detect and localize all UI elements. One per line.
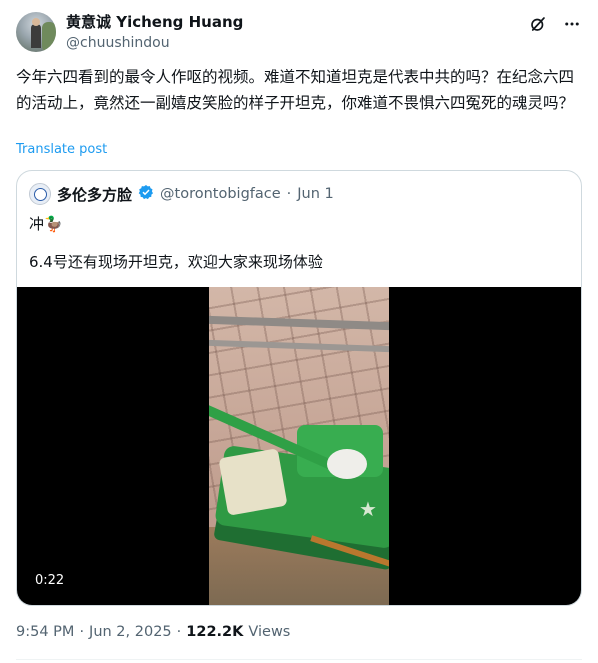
author-handle[interactable]: @chuushindou: [66, 33, 243, 53]
more-icon[interactable]: [562, 14, 582, 34]
footer-separator-1: ·: [79, 624, 85, 640]
header-actions: [528, 14, 582, 34]
quoted-author-avatar[interactable]: [29, 183, 51, 205]
views-label: Views: [248, 624, 291, 640]
video-frame: ★: [209, 287, 389, 605]
grok-icon[interactable]: [528, 14, 548, 34]
footer-separator-2: ·: [176, 624, 182, 640]
video-duration: 0:22: [35, 573, 65, 588]
views-count: 122.2K: [186, 624, 244, 640]
quoted-tweet-header: 多伦多方脸 @torontobigface · Jun 1: [29, 183, 334, 205]
tweet-header: 黄意诚 Yicheng Huang @chuushindou: [16, 12, 582, 54]
author-avatar[interactable]: [16, 12, 56, 52]
quoted-author-handle[interactable]: @torontobigface: [160, 186, 281, 202]
post-date[interactable]: Jun 2, 2025: [89, 624, 172, 640]
tweet-text: 今年六四看到的最令人作呕的视频。难道不知道坦克是代表中共的吗？在纪念六四的活动上…: [16, 68, 575, 112]
quoted-text-line-2: 6.4号还有现场开坦克，欢迎大家来现场体验: [29, 253, 323, 271]
verified-badge-icon: [138, 184, 154, 204]
quoted-text-line-1: 冲🦆: [29, 215, 63, 233]
quoted-author-name[interactable]: 多伦多方脸: [57, 184, 132, 205]
divider: [16, 659, 582, 660]
video-player[interactable]: ★ 0:22: [17, 287, 581, 605]
translate-post-link[interactable]: Translate post: [16, 142, 107, 157]
post-time[interactable]: 9:54 PM: [16, 624, 74, 640]
author-display-name[interactable]: 黄意诚 Yicheng Huang: [66, 12, 243, 32]
quoted-post-date[interactable]: Jun 1: [297, 186, 334, 202]
post-footer: 9:54 PM · Jun 2, 2025 · 122.2K Views: [16, 624, 290, 640]
quoted-tweet[interactable]: 多伦多方脸 @torontobigface · Jun 1 冲🦆 6.4号还有现…: [16, 170, 582, 606]
author-names: 黄意诚 Yicheng Huang @chuushindou: [66, 12, 243, 53]
meta-separator: ·: [286, 186, 292, 202]
